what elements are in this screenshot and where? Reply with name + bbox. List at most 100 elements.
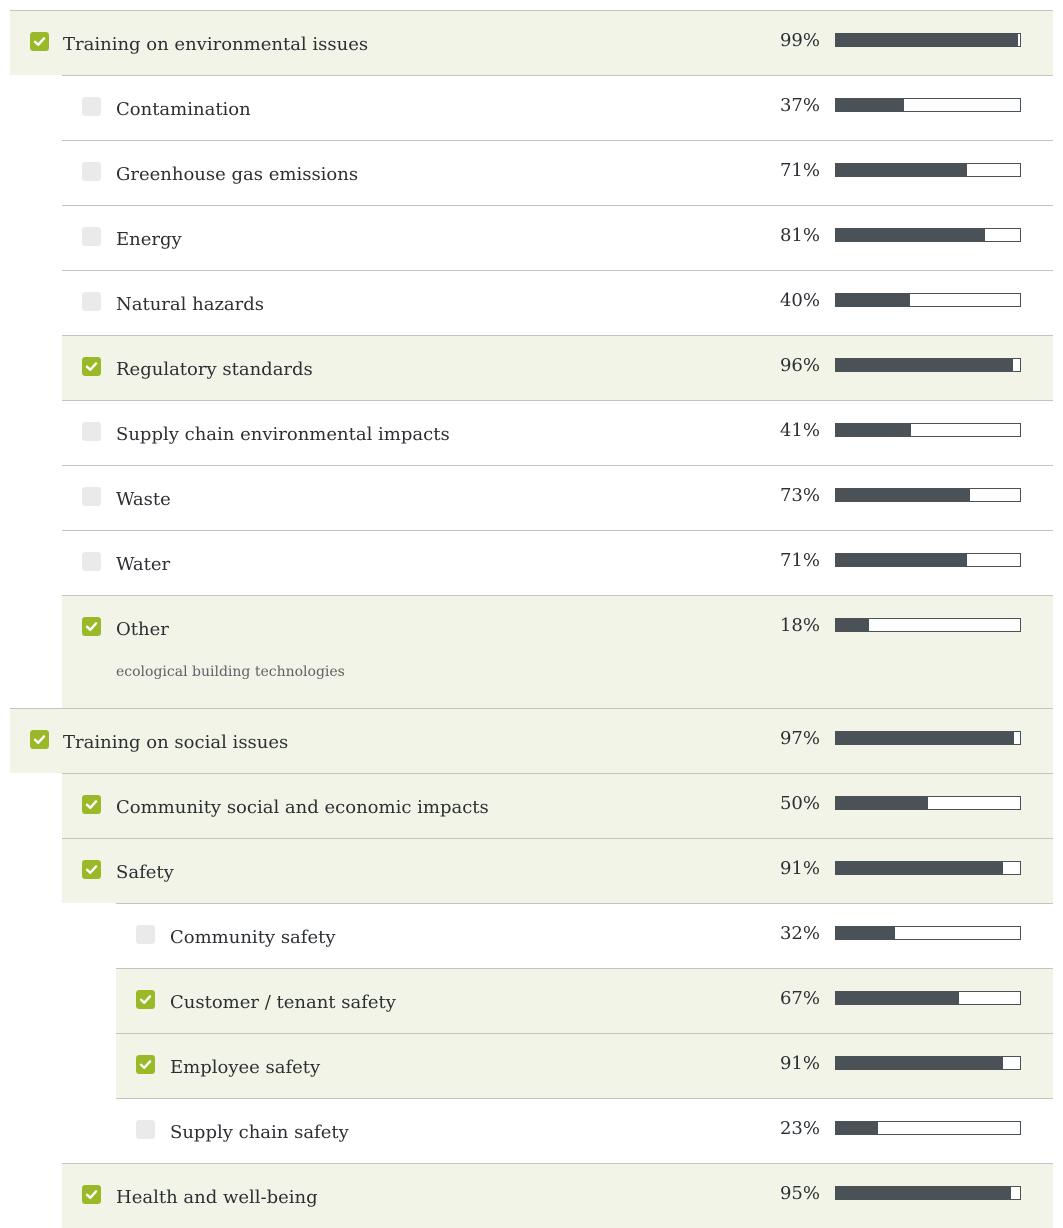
percent-value: 71%	[779, 160, 820, 181]
percent-value: 40%	[779, 290, 820, 311]
checkbox[interactable]	[82, 162, 101, 181]
progress-bar-fill	[836, 732, 1014, 744]
checkmark-icon	[85, 1190, 98, 1199]
checklist-row-16: Employee safety 91%	[116, 1033, 1053, 1098]
percent-value: 41%	[779, 420, 820, 441]
progress-bar	[835, 991, 1021, 1005]
progress-bar	[835, 553, 1021, 567]
checkbox[interactable]	[30, 32, 49, 51]
progress-bar-fill	[836, 797, 928, 809]
checklist-row-11: Training on social issues 97%	[10, 708, 1053, 773]
progress-bar-fill	[836, 554, 967, 566]
checklist-row-1: Training on environmental issues 99%	[10, 10, 1053, 75]
checkbox[interactable]	[82, 487, 101, 506]
row-label: Natural hazards	[116, 294, 265, 315]
checkmark-icon	[85, 800, 98, 809]
checkbox[interactable]	[136, 925, 155, 944]
percent-value: 97%	[779, 728, 820, 749]
checklist-row-9: Water 71%	[62, 530, 1053, 595]
percent-value: 50%	[779, 793, 820, 814]
checkbox[interactable]	[82, 97, 101, 116]
checkbox[interactable]	[82, 292, 101, 311]
checkbox[interactable]	[82, 795, 101, 814]
progress-bar	[835, 796, 1021, 810]
checklist-row-12: Community social and economic impacts 50…	[62, 773, 1053, 838]
row-label: Community safety	[170, 927, 336, 948]
percent-value: 99%	[779, 30, 820, 51]
progress-bar-fill	[836, 99, 904, 111]
progress-bar	[835, 618, 1021, 632]
progress-bar-fill	[836, 927, 895, 939]
checklist-row-8: Waste 73%	[62, 465, 1053, 530]
progress-bar	[835, 358, 1021, 372]
checkbox[interactable]	[30, 730, 49, 749]
row-label: Contamination	[116, 99, 251, 120]
progress-bar-fill	[836, 862, 1003, 874]
percent-value: 67%	[779, 988, 820, 1009]
checklist-row-18: Health and well-being 95%	[62, 1163, 1053, 1228]
progress-bar	[835, 861, 1021, 875]
row-label: Training on social issues	[63, 732, 289, 753]
progress-bar	[835, 1186, 1021, 1200]
progress-bar-fill	[836, 992, 959, 1004]
row-label: Energy	[116, 229, 182, 250]
checkbox[interactable]	[82, 552, 101, 571]
row-label: Health and well-being	[116, 1187, 318, 1208]
checkbox[interactable]	[136, 1120, 155, 1139]
percent-value: 71%	[779, 550, 820, 571]
progress-bar-fill	[836, 489, 970, 501]
row-note: ecological building technologies	[116, 664, 345, 680]
checkbox[interactable]	[82, 1185, 101, 1204]
row-label: Supply chain environmental impacts	[116, 424, 450, 445]
progress-bar-fill	[836, 1057, 1003, 1069]
progress-bar	[835, 1121, 1021, 1135]
progress-bar-fill	[836, 359, 1013, 371]
progress-bar	[835, 731, 1021, 745]
progress-bar	[835, 228, 1021, 242]
row-label: Training on environmental issues	[63, 34, 369, 55]
checkbox[interactable]	[82, 227, 101, 246]
row-label: Regulatory standards	[116, 359, 313, 380]
row-label: Supply chain safety	[170, 1122, 349, 1143]
checkbox[interactable]	[82, 617, 101, 636]
progress-bar-fill	[836, 619, 869, 631]
checkmark-icon	[85, 622, 98, 631]
checklist-row-7: Supply chain environmental impacts 41%	[62, 400, 1053, 465]
checklist-row-17: Supply chain safety 23%	[116, 1098, 1053, 1163]
checkmark-icon	[85, 362, 98, 371]
checkmark-icon	[33, 37, 46, 46]
checklist-row-10: Other ecological building technologies 1…	[62, 595, 1053, 708]
checkbox[interactable]	[82, 860, 101, 879]
checkmark-icon	[139, 1060, 152, 1069]
percent-value: 32%	[779, 923, 820, 944]
percent-value: 91%	[779, 1053, 820, 1074]
percent-value: 91%	[779, 858, 820, 879]
checkmark-icon	[33, 735, 46, 744]
checkbox[interactable]	[82, 357, 101, 376]
checklist-row-4: Energy 81%	[62, 205, 1053, 270]
checkbox[interactable]	[136, 990, 155, 1009]
checklist-row-5: Natural hazards 40%	[62, 270, 1053, 335]
checkbox[interactable]	[136, 1055, 155, 1074]
row-label: Employee safety	[170, 1057, 321, 1078]
row-label: Safety	[116, 862, 174, 883]
checkbox[interactable]	[82, 422, 101, 441]
progress-bar	[835, 926, 1021, 940]
progress-bar-fill	[836, 1187, 1011, 1199]
progress-bar	[835, 488, 1021, 502]
progress-bar-fill	[836, 164, 967, 176]
checklist-row-3: Greenhouse gas emissions 71%	[62, 140, 1053, 205]
progress-bar	[835, 33, 1021, 47]
progress-bar-fill	[836, 1122, 878, 1134]
progress-bar-fill	[836, 294, 910, 306]
percent-value: 18%	[779, 615, 820, 636]
checklist-row-2: Contamination 37%	[62, 75, 1053, 140]
row-label: Water	[116, 554, 171, 575]
checklist-row-6: Regulatory standards 96%	[62, 335, 1053, 400]
progress-bar	[835, 98, 1021, 112]
progress-bar-fill	[836, 34, 1018, 46]
row-label: Waste	[116, 489, 171, 510]
checklist-row-14: Community safety 32%	[116, 903, 1053, 968]
percent-value: 81%	[779, 225, 820, 246]
checklist-row-15: Customer / tenant safety 67%	[116, 968, 1053, 1033]
